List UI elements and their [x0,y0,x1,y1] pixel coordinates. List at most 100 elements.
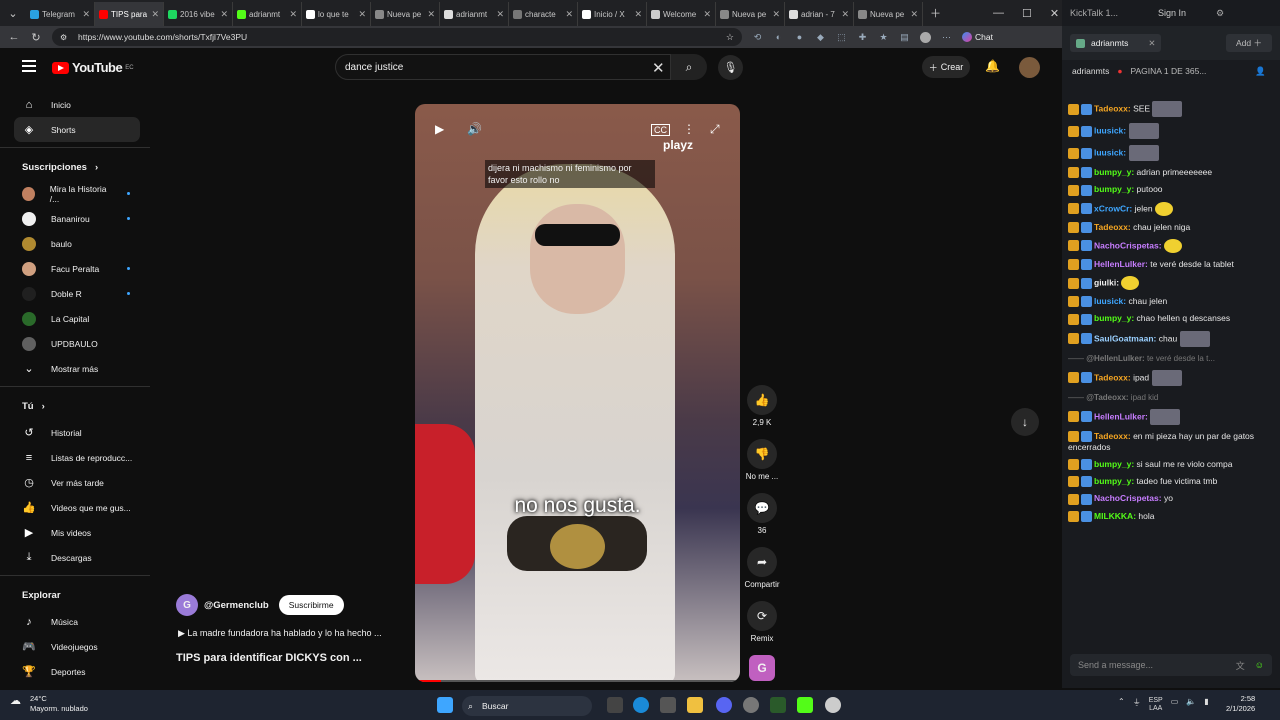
maximize-button[interactable]: ☐ [1022,7,1032,20]
close-tab-icon[interactable]: ✕ [289,9,297,20]
sidebar-item-explore[interactable]: 🎮 Videojuegos [0,634,150,659]
browser-tab[interactable]: characte ✕ [509,2,578,26]
chat-message[interactable]: Tadeoxx: en mi pieza hay un par de gatos… [1068,428,1272,456]
sidebar-item-home[interactable]: ⌂ Inicio [0,92,150,117]
like-button[interactable]: 👍 2,9 K [742,385,782,427]
sidebar-item-you[interactable]: ≡ Listas de reproducc... [0,445,150,470]
sidebar-item-channel[interactable]: baulo [0,231,150,256]
chat-message[interactable]: giulki: [1068,273,1272,293]
share-button[interactable]: ➦ Compartir [742,547,782,589]
more-menu-icon[interactable]: ⋯ [941,32,952,43]
close-tab-icon[interactable]: ✕ [151,9,159,20]
chat-message[interactable]: luusick: chau jelen [1068,293,1272,310]
chat-username[interactable]: bumpy_y: [1094,313,1134,323]
play-icon[interactable]: ▶ [435,122,444,136]
discord-icon[interactable] [716,697,732,713]
search-button[interactable]: ⌕ [671,54,707,80]
remix-button[interactable]: ⟳ Remix [742,601,782,643]
chat-username[interactable]: bumpy_y: [1094,476,1134,486]
network-icon[interactable]: ▭ [1171,697,1179,713]
windows-start-icon[interactable] [437,697,453,713]
close-tab-icon[interactable]: ✕ [634,9,642,20]
chat-message[interactable]: bumpy_y: si saul me re violo compa [1068,456,1272,473]
sidebar-item-channel[interactable]: UPDBAULO [0,331,150,356]
chat-message[interactable]: MILKKKA: hola [1068,508,1272,525]
extension-icon[interactable]: ● [794,32,805,42]
more-options-icon[interactable]: ⋮ [683,122,695,136]
chat-username[interactable]: Tadeoxx: [1094,103,1131,113]
new-tab-button[interactable]: ＋ [930,5,941,21]
chat-message-list[interactable]: Tadeoxx: SEE luusick: luusick: bumpy_y: … [1068,98,1272,643]
chat-username[interactable]: SaulGoatmaan: [1094,333,1156,343]
chat-message[interactable]: HellenLulker: [1068,406,1272,428]
taskbar-search[interactable]: ⌕ Buscar [462,696,592,716]
url-field[interactable]: ⚙ https://www.youtube.com/shorts/Txfjl7V… [52,28,742,46]
chat-message[interactable]: luusick: [1068,142,1272,164]
close-window-button[interactable]: ✕ [1050,7,1059,20]
add-channel-button[interactable]: Add ＋ [1225,34,1272,52]
youtube-logo[interactable]: YouTube EC [52,60,134,75]
edge-icon[interactable] [633,697,649,713]
extension-icon[interactable]: ◐ [773,32,784,42]
chat-username[interactable]: HellenLulker: [1094,411,1148,421]
profile-avatar[interactable] [920,31,931,43]
translate-icon[interactable]: 文 [1236,659,1245,672]
weather-widget[interactable]: ☁ 24°C Mayorm. nublado [10,694,88,714]
close-tab-icon[interactable]: ✕ [565,9,573,20]
battery-icon[interactable]: ▮ [1204,697,1208,713]
close-tab-icon[interactable]: ✕ [841,9,849,20]
close-tab-icon[interactable]: ✕ [703,9,711,20]
volume-icon[interactable]: 🔈 [1186,697,1196,713]
sidebar-item-channel[interactable]: La Capital [0,306,150,331]
short-video-player[interactable]: ▶ 🔊 CC ⋮ ⤢ playz dijera ni machismo ni f… [415,104,740,682]
chat-message[interactable]: HellenLulker: te veré desde la tablet [1068,256,1272,273]
task-view-icon[interactable] [607,697,623,713]
app-icon[interactable] [825,697,841,713]
chevron-up-icon[interactable]: ⌃ [1118,697,1125,713]
you-header[interactable]: Tú › [0,392,150,420]
chat-reply-reference[interactable]: —— @Tadeoxx: ipad kid [1068,389,1272,406]
chat-username[interactable]: bumpy_y: [1094,459,1134,469]
chat-message[interactable]: bumpy_y: chao hellen q descanses [1068,310,1272,327]
chat-username[interactable]: Tadeoxx: [1094,431,1131,441]
reload-icon[interactable]: ↻ [30,31,42,44]
chrome-icon[interactable] [743,697,759,713]
sign-in-button[interactable]: Sign In [1158,8,1186,18]
comments-button[interactable]: 💬 36 [742,493,782,535]
next-short-button[interactable]: ↓ [1011,408,1039,436]
back-icon[interactable]: ← [8,31,20,43]
browser-tab[interactable]: TIPS para ✕ [95,2,164,26]
settings-gear-icon[interactable]: ⚙ [1216,8,1224,19]
language-indicator[interactable]: ESP LAA [1149,697,1163,713]
chat-username[interactable]: luusick: [1094,296,1126,306]
browser-tab[interactable]: 2016 vibe ✕ [164,2,233,26]
kick-icon[interactable] [797,697,813,713]
voice-search-mic-icon[interactable]: 🎙 [718,55,743,80]
sidebar-item-you[interactable]: ⤓ Descargas [0,545,150,570]
account-avatar[interactable] [1019,57,1040,78]
chat-message[interactable]: NachoCrispetas: [1068,236,1272,256]
subscriptions-header[interactable]: Suscripciones › [0,153,150,181]
chat-username[interactable]: Tadeoxx: [1094,222,1131,232]
browser-tab[interactable]: Telegram ✕ [26,2,95,26]
chat-username[interactable]: luusick: [1094,147,1126,157]
chat-username[interactable]: luusick: [1094,125,1126,135]
close-tab-icon[interactable]: ✕ [910,9,918,20]
show-more-button[interactable]: ⌄ Mostrar más [0,356,150,381]
chat-username[interactable]: MILKKKA: [1094,511,1136,521]
chat-message[interactable]: xCrowCr: jelen [1068,199,1272,219]
browser-tab[interactable]: Welcome ✕ [647,2,716,26]
close-tab-icon[interactable]: ✕ [82,9,90,20]
store-icon[interactable] [660,697,676,713]
emote-icon[interactable]: ☺ [1255,660,1264,670]
chat-message[interactable]: Tadeoxx: ipad [1068,367,1272,389]
file-explorer-icon[interactable] [687,697,703,713]
close-tab-icon[interactable]: ✕ [220,9,228,20]
app-icon[interactable] [770,697,786,713]
close-tab-icon[interactable]: ✕ [496,9,504,20]
favorites-icon[interactable]: ★ [878,32,889,43]
browser-tab[interactable]: adrianmt ✕ [440,2,509,26]
extensions-puzzle-icon[interactable]: ✚ [857,32,868,43]
close-tab-icon[interactable]: ✕ [1148,38,1155,49]
subscribe-button[interactable]: Suscribirme [278,595,344,615]
